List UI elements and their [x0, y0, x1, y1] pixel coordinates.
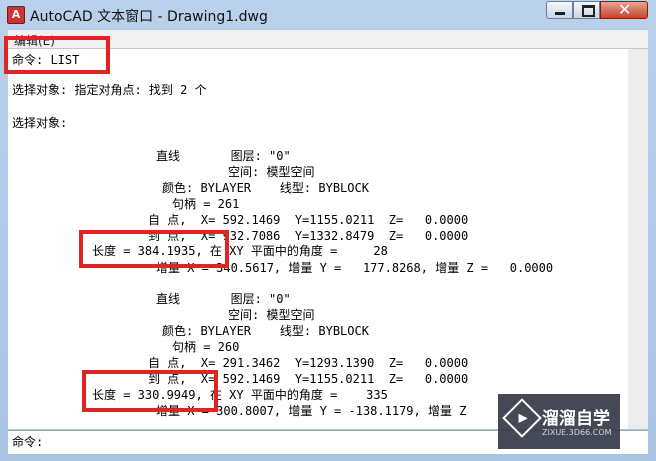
watermark-url: ZIXUE.3D66.COM — [542, 428, 612, 437]
history-line: 颜色: BYLAYER 线型: BYBLOCK — [162, 324, 369, 338]
highlight-box-command — [4, 36, 110, 74]
history-line: 句柄 = 260 — [172, 340, 240, 354]
history-line: 自 点, X= 592.1469 Y=1155.0211 Z= 0.0000 — [148, 213, 469, 227]
minimize-button[interactable] — [546, 1, 573, 19]
history-line: 选择对象: — [12, 116, 68, 130]
autocad-text-window: A AutoCAD 文本窗口 - Drawing1.dwg ✕ 编辑(E) 命令… — [0, 0, 656, 461]
watermark: ▶ 溜溜自学 ZIXUE.3D66.COM — [498, 394, 620, 449]
window-title: AutoCAD 文本窗口 - Drawing1.dwg — [30, 9, 268, 25]
autocad-app-icon: A — [7, 6, 25, 24]
minimize-icon — [555, 12, 565, 15]
history-line: 直线 图层: "0" — [156, 149, 291, 163]
history-line: 自 点, X= 291.3462 Y=1293.1390 Z= 0.0000 — [148, 356, 469, 370]
title-bar[interactable]: A AutoCAD 文本窗口 - Drawing1.dwg ✕ — [0, 0, 656, 30]
command-prompt: 命令: — [12, 435, 44, 449]
close-icon: ✕ — [618, 0, 632, 19]
history-line: 选择对象: 指定对角点: 找到 2 个 — [12, 83, 207, 97]
watermark-brand: 溜溜自学 — [542, 409, 610, 429]
history-line: 颜色: BYLAYER 线型: BYBLOCK — [162, 181, 369, 195]
history-line: 空间: 模型空间 — [228, 308, 315, 322]
vertical-scrollbar[interactable] — [628, 49, 648, 429]
highlight-box-length-1 — [79, 230, 229, 268]
maximize-button[interactable] — [573, 1, 600, 19]
history-line: 句柄 = 261 — [172, 197, 240, 211]
close-button[interactable]: ✕ — [600, 0, 648, 19]
maximize-icon — [582, 5, 595, 17]
play-logo-icon: ▶ — [502, 398, 542, 438]
history-line: 空间: 模型空间 — [228, 165, 315, 179]
history-line: 直线 图层: "0" — [156, 292, 291, 306]
highlight-box-length-2 — [82, 370, 218, 412]
